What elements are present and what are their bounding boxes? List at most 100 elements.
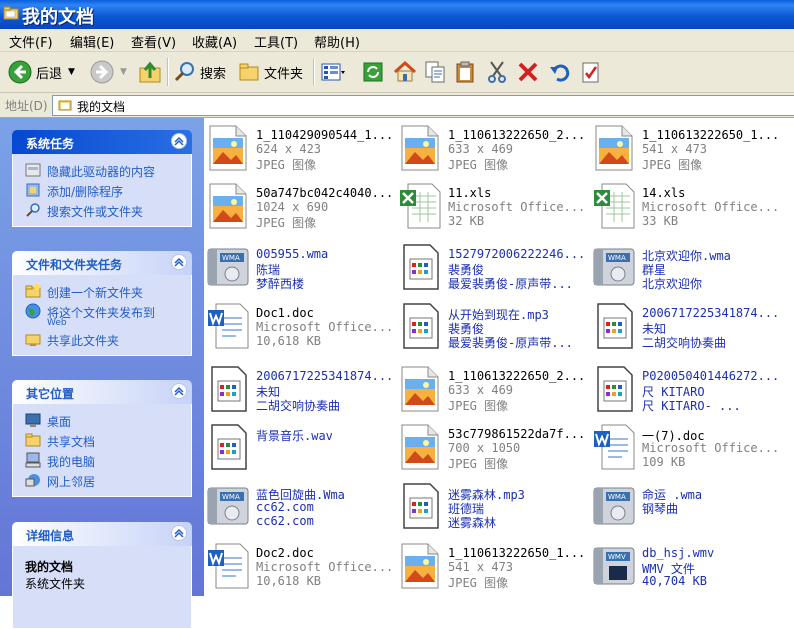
file-item[interactable]: WMV db_hsj.wmv WMV 文件 40,704 KB (590, 536, 782, 594)
wma-audio-icon: WMA (206, 243, 250, 291)
views-icon (321, 63, 345, 81)
system-tasks-header[interactable]: 系统任务 (12, 130, 192, 154)
jpeg-image-icon (398, 365, 442, 413)
file-detail: JPEG 图像 (448, 576, 509, 590)
delete-button[interactable] (517, 57, 539, 87)
file-name: 背景音乐.wav (256, 429, 333, 443)
shared-folder-icon (25, 433, 41, 447)
address-input[interactable]: 我的文档 (52, 95, 794, 116)
menu-help[interactable]: 帮助(H) (314, 32, 360, 51)
file-item[interactable]: 1527972006222246... 裴勇俊 最爱裴勇俊-原声带... (396, 237, 588, 295)
menu-view[interactable]: 查看(V) (131, 32, 176, 51)
menu-edit[interactable]: 编辑(E) (70, 32, 114, 51)
back-button[interactable]: 后退 ▼ (8, 57, 75, 87)
file-detail: 624 x 423 (256, 142, 322, 156)
back-arrow-icon (8, 60, 32, 84)
word-doc-icon (206, 542, 250, 590)
file-item[interactable]: 1_110613222650_1... 541 x 473 JPEG 图像 (590, 118, 782, 176)
forward-dropdown-icon[interactable]: ▼ (120, 67, 127, 77)
home-icon (393, 60, 417, 82)
file-item[interactable]: P020050401446272... 尺 KITARO 尺 KITARO- ... (590, 359, 782, 417)
folder-icon (3, 6, 19, 20)
up-folder-button[interactable] (138, 57, 162, 87)
place-shared-documents[interactable]: 共享文档 (25, 430, 191, 450)
task-publish-to-web[interactable]: 将这个文件夹发布到 Web (25, 301, 191, 329)
views-button[interactable] (320, 57, 346, 87)
audio-file-icon (592, 365, 636, 413)
place-desktop[interactable]: 桌面 (25, 410, 191, 430)
forward-arrow-icon (90, 60, 114, 84)
file-detail: Microsoft Office... (642, 441, 780, 455)
file-item[interactable]: 1_110613222650_2... 633 x 469 JPEG 图像 (396, 118, 588, 176)
delete-x-icon (518, 62, 538, 82)
file-item[interactable]: WMA 命运 .wma 钢琴曲 (590, 476, 782, 534)
file-item[interactable]: 11.xls Microsoft Office... 32 KB (396, 176, 588, 234)
file-item[interactable]: 50a747bc042c4040... 1024 x 690 JPEG 图像 (204, 176, 396, 234)
file-folder-tasks-header[interactable]: 文件和文件夹任务 (12, 251, 192, 275)
file-name: 1_110429090544_1... (256, 128, 394, 142)
search-button[interactable]: 搜索 (174, 57, 226, 87)
task-add-remove-programs[interactable]: 添加/删除程序 (25, 180, 191, 200)
details-header[interactable]: 详细信息 (12, 522, 192, 546)
cut-button[interactable] (486, 57, 508, 87)
file-item[interactable]: 1_110613222650_1... 541 x 473 JPEG 图像 (396, 536, 588, 594)
task-hide-drive-contents[interactable]: 隐藏此驱动器的内容 (25, 160, 191, 180)
task-label: 添加/删除程序 (47, 185, 124, 199)
scissors-icon (488, 61, 506, 83)
file-item[interactable]: 迷雾森林.mp3 班德瑞 迷雾森林 (396, 476, 588, 534)
paste-button[interactable] (455, 57, 477, 87)
file-folder-tasks-title: 文件和文件夹任务 (26, 258, 123, 272)
folders-button[interactable]: 文件夹 (238, 57, 303, 87)
file-detail: 尺 KITARO- ... (642, 399, 741, 413)
back-label: 后退 (36, 66, 63, 82)
file-item[interactable]: 2006717225341874... 未知 二胡交响协奏曲 (590, 296, 782, 354)
file-item[interactable]: 53c779861522da7f... 700 x 1050 JPEG 图像 (396, 417, 588, 475)
other-places-header[interactable]: 其它位置 (12, 380, 192, 404)
file-item[interactable]: 1_110613222650_2... 633 x 469 JPEG 图像 (396, 359, 588, 417)
file-item[interactable]: 一(7).doc Microsoft Office... 109 KB (590, 417, 782, 475)
file-item[interactable]: WMA 005955.wma 陈瑞 梦醉西楼 (204, 237, 396, 295)
menu-tools[interactable]: 工具(T) (254, 32, 298, 51)
details-title: 详细信息 (26, 529, 75, 543)
task-new-folder[interactable]: 创建一个新文件夹 (25, 281, 191, 301)
copy-icon (425, 61, 445, 83)
file-item[interactable]: 2006717225341874... 未知 二胡交响协奏曲 (204, 359, 396, 417)
menu-favorites[interactable]: 收藏(A) (192, 32, 237, 51)
sync-button[interactable] (362, 57, 384, 87)
jpeg-image-icon (206, 124, 250, 172)
file-list: 1_110429090544_1... 624 x 423 JPEG 图像 1_11… (204, 118, 794, 596)
task-label: 共享此文件夹 (47, 334, 120, 348)
hide-contents-icon (25, 163, 41, 177)
menu-file[interactable]: 文件(F) (9, 32, 53, 51)
home-button[interactable] (393, 57, 417, 87)
task-share-folder[interactable]: 共享此文件夹 (25, 329, 191, 349)
file-item[interactable]: Doc1.doc Microsoft Office... 10,618 KB (204, 296, 396, 354)
file-item[interactable]: 从开始到现在.mp3 裴勇俊 最爱裴勇俊-原声带... (396, 296, 588, 354)
file-item[interactable]: 14.xls Microsoft Office... 33 KB (590, 176, 782, 234)
place-network[interactable]: 网上邻居 (25, 470, 191, 490)
collapse-chevron-icon[interactable] (171, 133, 187, 149)
copy-to-button[interactable] (424, 57, 446, 87)
other-places-body: 桌面 共享文档 我的电脑 网上邻居 (12, 404, 192, 497)
task-label: 隐藏此驱动器的内容 (47, 165, 156, 179)
forward-button[interactable]: ▼ (90, 57, 127, 87)
properties-button[interactable] (580, 57, 602, 87)
collapse-chevron-icon[interactable] (171, 525, 187, 541)
file-item[interactable]: 背景音乐.wav (204, 417, 396, 475)
file-item[interactable]: 1_110429090544_1... 624 x 423 JPEG 图像 (204, 118, 396, 176)
file-item[interactable]: Doc2.doc Microsoft Office... 10,618 KB (204, 536, 396, 594)
file-item[interactable]: WMA 北京欢迎你.wma 群星 北京欢迎你 (590, 237, 782, 295)
task-search-files[interactable]: 搜索文件或文件夹 (25, 200, 191, 220)
place-label: 共享文档 (47, 435, 96, 449)
place-my-computer[interactable]: 我的电脑 (25, 450, 191, 470)
file-folder-tasks-body: 创建一个新文件夹 将这个文件夹发布到 Web 共享此文件夹 (12, 275, 192, 356)
file-name: 2006717225341874... (642, 306, 780, 320)
title-bar[interactable]: 我的文档 (0, 0, 794, 29)
file-detail: JPEG 图像 (256, 216, 317, 230)
collapse-chevron-icon[interactable] (171, 383, 187, 399)
back-dropdown-icon[interactable]: ▼ (68, 67, 75, 77)
file-item[interactable]: WMA 蓝色回旋曲.Wma cc62.com cc62.com (204, 476, 396, 534)
file-name: 1_110613222650_1... (448, 546, 586, 560)
undo-button[interactable] (548, 57, 570, 87)
collapse-chevron-icon[interactable] (171, 254, 187, 270)
